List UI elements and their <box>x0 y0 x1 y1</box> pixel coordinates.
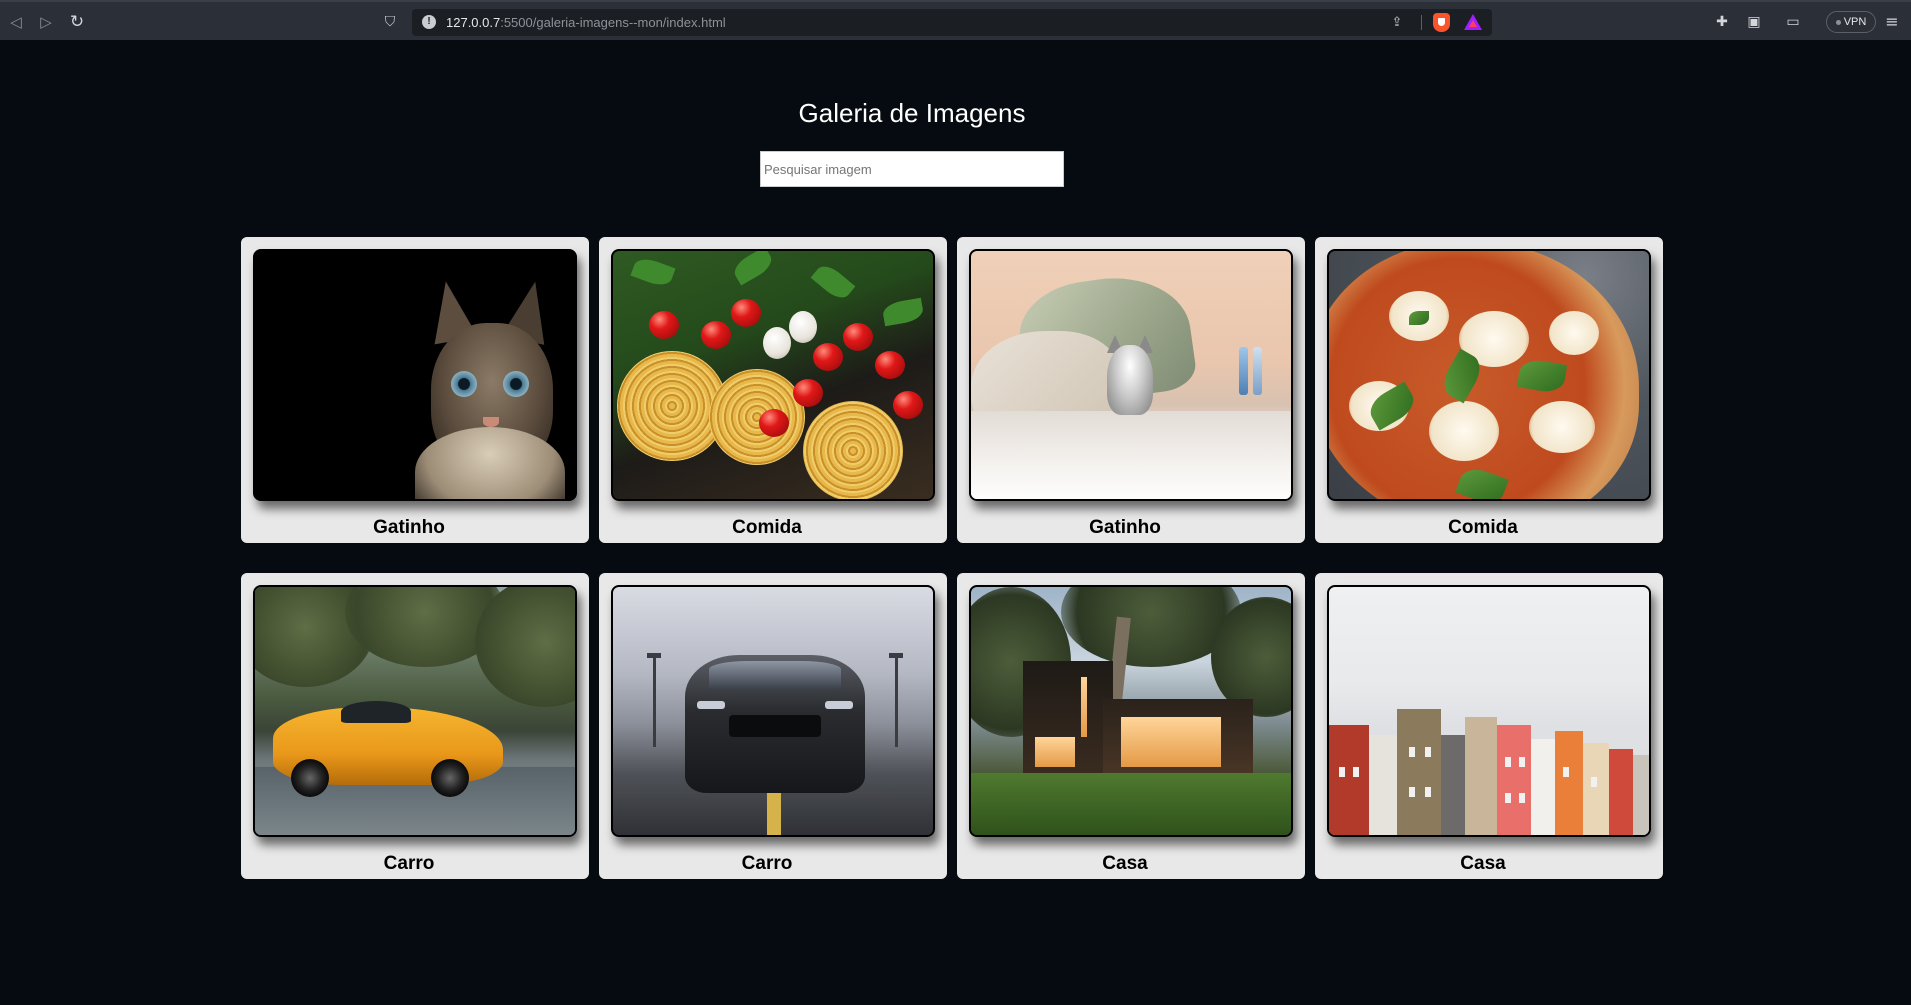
gallery-card[interactable]: Comida <box>1315 237 1663 543</box>
gallery-card[interactable]: Gatinho <box>241 237 589 543</box>
photo-black-mustang[interactable] <box>611 585 935 837</box>
puzzle-icon[interactable]: ✚ <box>1711 11 1733 33</box>
wallet-icon[interactable]: ▭ <box>1782 11 1804 33</box>
card-label: Casa <box>1460 853 1506 874</box>
url-divider <box>1421 15 1422 30</box>
share-icon[interactable]: ⇪ <box>1388 14 1406 32</box>
site-info-icon[interactable]: ! <box>422 15 436 29</box>
bookmark-icon[interactable]: ⛉ <box>378 10 402 34</box>
gallery-card[interactable]: Casa <box>1315 573 1663 879</box>
card-label: Casa <box>1102 853 1148 874</box>
brave-shields-icon[interactable] <box>1433 13 1450 32</box>
photo-yellow-sports-car[interactable] <box>253 585 577 837</box>
url-text[interactable]: 127.0.0.7:5500/galeria-imagens--mon/inde… <box>446 15 726 30</box>
menu-icon[interactable]: ≡ <box>1884 11 1900 33</box>
photo-kitten-on-bed[interactable] <box>969 249 1293 501</box>
search-input[interactable] <box>760 151 1064 187</box>
vpn-status-dot <box>1835 19 1841 25</box>
gallery-card[interactable]: Carro <box>599 573 947 879</box>
back-arrow-icon[interactable]: ◁ <box>4 10 28 34</box>
vpn-label: VPN <box>1843 16 1867 28</box>
brave-rewards-icon[interactable] <box>1464 14 1482 30</box>
gallery-card[interactable]: Gatinho <box>957 237 1305 543</box>
gallery-card[interactable]: Casa <box>957 573 1305 879</box>
gallery-card[interactable]: Carro <box>241 573 589 879</box>
forward-arrow-icon[interactable]: ▷ <box>34 10 58 34</box>
reload-icon[interactable]: ↻ <box>65 10 89 34</box>
photo-modern-house[interactable] <box>969 585 1293 837</box>
photo-pasta-and-tomatoes[interactable] <box>611 249 935 501</box>
card-label: Comida <box>1448 517 1518 538</box>
card-label: Gatinho <box>1089 517 1161 538</box>
url-host: 127.0.0.7 <box>446 15 501 30</box>
card-label: Carro <box>383 853 435 874</box>
photo-margherita-pizza[interactable] <box>1327 249 1651 501</box>
photo-colorful-townhouses[interactable] <box>1327 585 1651 837</box>
address-bar[interactable]: ! 127.0.0.7:5500/galeria-imagens--mon/in… <box>412 9 1492 36</box>
browser-toolbar: ◁ ▷ ↻ ⛉ ! 127.0.0.7:5500/galeria-imagens… <box>0 0 1911 40</box>
photo-cat-black-background[interactable] <box>253 249 577 501</box>
url-path: :5500/galeria-imagens--mon/index.html <box>500 15 726 30</box>
card-label: Comida <box>732 517 802 538</box>
card-label: Gatinho <box>373 517 445 538</box>
vpn-button[interactable]: VPN <box>1826 11 1876 33</box>
page-title: Galeria de Imagens <box>798 98 1026 128</box>
sidebar-icon[interactable]: ▣ <box>1743 11 1765 33</box>
gallery-card[interactable]: Comida <box>599 237 947 543</box>
card-label: Carro <box>741 853 793 874</box>
